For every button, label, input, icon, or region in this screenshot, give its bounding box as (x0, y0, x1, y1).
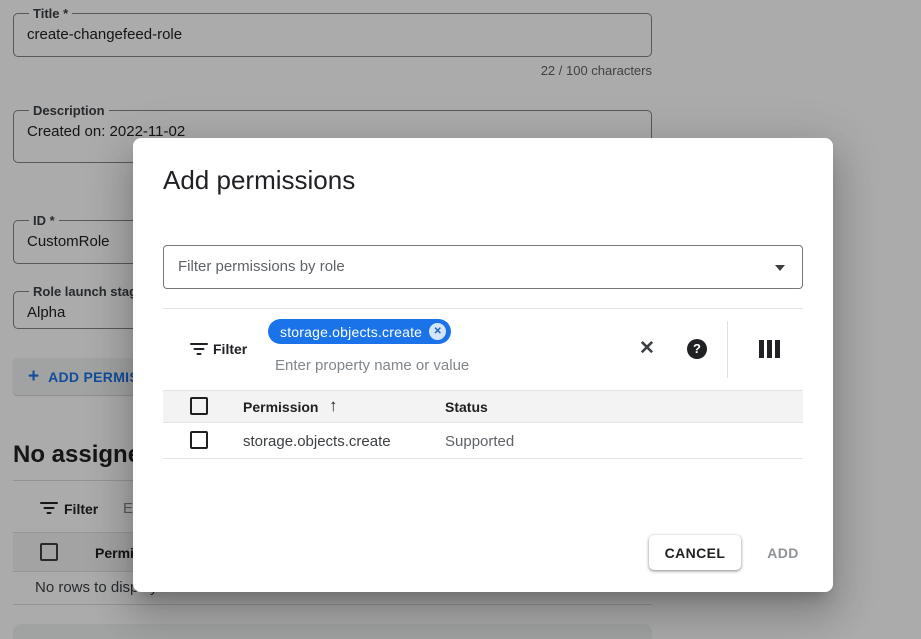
status-column-header[interactable]: Status (445, 399, 488, 415)
row-permission-cell: storage.objects.create (243, 433, 391, 450)
add-permissions-dialog: Add permissions Filter permissions by ro… (133, 138, 833, 592)
role-filter-placeholder: Filter permissions by role (178, 258, 345, 275)
filter-label: Filter (213, 341, 247, 357)
add-button[interactable]: ADD (745, 535, 821, 570)
help-icon[interactable]: ? (687, 339, 707, 359)
dialog-title: Add permissions (163, 165, 355, 196)
columns-icon[interactable] (759, 340, 780, 358)
table-row[interactable]: storage.objects.create Supported (163, 423, 803, 459)
dropdown-arrow-icon (775, 265, 785, 271)
role-filter-select[interactable]: Filter permissions by role (163, 245, 803, 289)
select-all-checkbox[interactable] (190, 397, 208, 415)
filter-input[interactable]: Enter property name or value (275, 357, 469, 374)
filter-chip[interactable]: storage.objects.create ✕ (268, 319, 451, 344)
chip-remove-icon[interactable]: ✕ (429, 323, 446, 340)
row-status-cell: Supported (445, 433, 514, 450)
cancel-button[interactable]: CANCEL (649, 535, 741, 570)
screen: Title * create-changefeed-role 22 / 100 … (0, 0, 921, 639)
row-checkbox[interactable] (190, 431, 208, 449)
toolbar-vertical-divider (727, 321, 728, 378)
permissions-table-header: Permission ↑ Status (163, 390, 803, 423)
sort-ascending-icon[interactable]: ↑ (329, 396, 338, 416)
filter-chip-label: storage.objects.create (280, 324, 422, 340)
toolbar-divider (163, 308, 803, 309)
filter-funnel-icon (190, 343, 208, 355)
permission-column-header[interactable]: Permission (243, 399, 318, 415)
clear-filter-icon[interactable]: ✕ (637, 337, 657, 361)
